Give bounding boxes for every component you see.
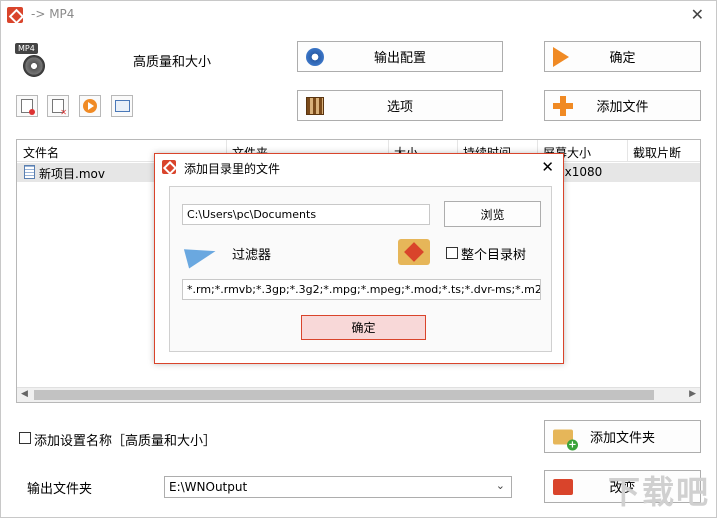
dialog-ok-button[interactable]: 确定 bbox=[301, 315, 426, 340]
watermark-logo: 下载吧 bbox=[607, 473, 710, 511]
add-file-label: 添加文件 bbox=[596, 100, 649, 115]
main-window: -> MP4 ✕ MP4 高质量和大小 输出配置 确定 选项 添加文件 文件名 … bbox=[0, 0, 717, 518]
confirm-button[interactable]: 确定 bbox=[544, 41, 701, 72]
dialog-title-bar: 添加目录里的文件 ✕ bbox=[155, 154, 563, 180]
clear-list-button[interactable] bbox=[47, 95, 69, 117]
play-button[interactable] bbox=[79, 95, 101, 117]
output-config-label: 输出配置 bbox=[373, 51, 426, 66]
output-config-button[interactable]: 输出配置 bbox=[297, 41, 503, 72]
column-separator[interactable] bbox=[627, 140, 628, 162]
add-folder-button[interactable]: 添加文件夹 bbox=[544, 420, 701, 453]
preset-name-label: 添加设置名称［高质量和大小］ bbox=[34, 434, 217, 449]
options-label: 选项 bbox=[386, 100, 413, 115]
folder-add-icon bbox=[553, 429, 578, 450]
video-file-icon bbox=[24, 165, 35, 179]
mp4-tag: MP4 bbox=[15, 43, 38, 54]
add-file-button[interactable]: 添加文件 bbox=[544, 90, 701, 121]
media-info-button[interactable] bbox=[111, 95, 133, 117]
film-strip-icon bbox=[306, 96, 324, 115]
dialog-title: 添加目录里的文件 bbox=[184, 162, 281, 176]
plus-icon bbox=[553, 95, 573, 116]
window-title: -> MP4 bbox=[31, 7, 75, 21]
film-reel-icon bbox=[23, 55, 45, 77]
profile-label: 高质量和大小 bbox=[133, 55, 212, 70]
directory-path-input[interactable] bbox=[182, 204, 430, 225]
remove-doc-icon bbox=[21, 99, 35, 115]
add-directory-dialog: 添加目录里的文件 ✕ 浏览 过滤器 整个目录树 *.rm;*.rmvb;*.3g… bbox=[154, 153, 564, 364]
window-icon bbox=[114, 100, 130, 112]
remove-item-button[interactable] bbox=[16, 95, 38, 117]
whole-tree-checkbox[interactable] bbox=[446, 247, 458, 259]
scroll-right-icon[interactable]: ▶ bbox=[689, 389, 696, 399]
confirm-label: 确定 bbox=[609, 51, 636, 66]
filter-input[interactable]: *.rm;*.rmvb;*.3gp;*.3g2;*.mpg;*.mpeg;*.m… bbox=[182, 279, 541, 300]
whole-tree-label: 整个目录树 bbox=[461, 248, 527, 263]
scroll-left-icon[interactable]: ◀ bbox=[21, 389, 28, 399]
chevron-down-icon: ⌄ bbox=[495, 479, 505, 492]
folder-tree-icon bbox=[398, 239, 430, 265]
mp4-format-icon: MP4 bbox=[15, 43, 49, 79]
paper-plane-icon bbox=[184, 239, 218, 267]
browse-button[interactable]: 浏览 bbox=[444, 201, 541, 227]
close-window-button[interactable]: ✕ bbox=[691, 5, 704, 24]
dialog-ok-label: 确定 bbox=[351, 321, 376, 335]
title-bar: -> MP4 ✕ bbox=[1, 1, 716, 29]
output-folder-select[interactable]: E:\WNOutput ⌄ bbox=[164, 476, 512, 498]
dialog-app-icon bbox=[162, 160, 176, 174]
gear-icon bbox=[306, 47, 324, 66]
app-logo-icon bbox=[7, 7, 23, 23]
dialog-close-button[interactable]: ✕ bbox=[541, 158, 554, 176]
clear-doc-icon bbox=[52, 99, 67, 117]
column-header-filename[interactable]: 文件名 bbox=[23, 144, 59, 161]
row-filename: 新项目.mov bbox=[39, 167, 105, 181]
folder-icon bbox=[553, 478, 573, 495]
filter-label: 过滤器 bbox=[232, 248, 272, 263]
horizontal-scrollbar[interactable]: ◀ ▶ bbox=[17, 387, 700, 402]
preset-name-checkbox[interactable] bbox=[19, 432, 31, 444]
dialog-body: 浏览 过滤器 整个目录树 *.rm;*.rmvb;*.3gp;*.3g2;*.m… bbox=[169, 186, 552, 352]
output-folder-value: E:\WNOutput bbox=[169, 480, 248, 494]
arrow-right-icon bbox=[553, 46, 569, 67]
play-icon bbox=[83, 99, 97, 113]
output-folder-label: 输出文件夹 bbox=[27, 482, 93, 497]
add-folder-label: 添加文件夹 bbox=[589, 431, 655, 446]
column-header-clip[interactable]: 截取片断 bbox=[633, 144, 681, 161]
scrollbar-thumb[interactable] bbox=[34, 390, 654, 400]
options-button[interactable]: 选项 bbox=[297, 90, 503, 121]
browse-label: 浏览 bbox=[480, 207, 505, 222]
